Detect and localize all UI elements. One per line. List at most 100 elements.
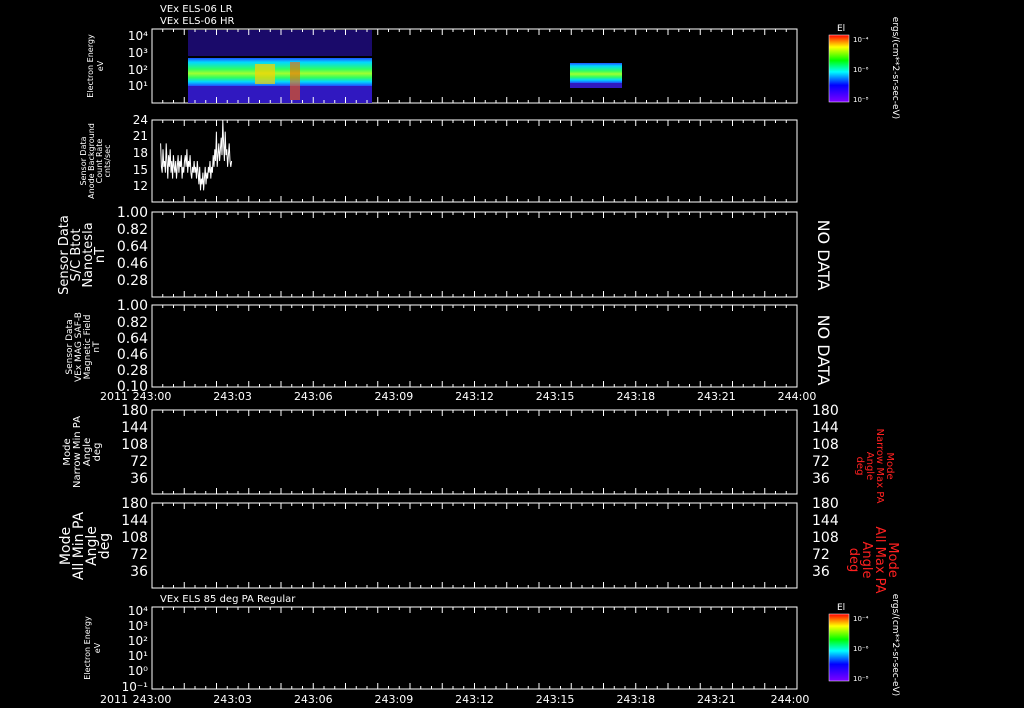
p6-ytick-1: 144 [121,513,148,529]
p5-ytick-4: 36 [130,471,148,487]
p6-ytick-4: 36 [130,564,148,580]
p4-ytick-2: 0.64 [117,331,148,347]
p4-ytick-1: 0.82 [117,315,148,331]
p5-label-4: deg [92,443,103,462]
time-label-2-0: 243:00 [133,693,172,706]
colorbar-1-tick-bot: 10⁻⁸ [853,96,869,104]
p6-rtick-4: 36 [812,564,830,580]
spectrogram-2-band [570,63,622,83]
colorbar-1-unit: ergs/(cm**2-sr-sec-eV) [890,17,900,119]
panel-5-frame [151,409,798,495]
p7-ytick-2: 10² [128,634,148,648]
p7-ytick-4: 10⁰ [128,664,148,678]
p6-rlabel-4: deg [846,548,861,573]
p7-ytick-0: 10⁴ [128,604,148,618]
colorbar-2-unit: ergs/(cm**2-sr-sec-eV) [890,594,900,696]
colorbar-2-tick-bot: 10⁻⁸ [853,675,869,683]
time-label-1-3: 243:09 [375,390,414,403]
p1-ytick-0: 10⁴ [128,29,148,43]
p3-ytick-3: 0.46 [117,256,148,272]
p1-ytick-3: 10¹ [128,79,148,93]
time-label-1-2: 243:06 [294,390,333,403]
panel-6-frame [151,502,798,589]
spectrogram-1-band [188,58,372,86]
spectrogram-1-noise [188,30,372,56]
p1-ytick-1: 10³ [128,46,148,60]
spectrogram-1-hotspot-2 [290,62,300,100]
p6-rtick-0: 180 [812,496,839,512]
colorbar-1-tick-top: 10⁻⁴ [853,36,869,44]
p1-ytick-2: 10² [128,63,148,77]
p5-ytick-0: 180 [121,403,148,419]
p3-nodata: NO DATA [814,220,833,291]
p5-ytick-3: 72 [130,454,148,470]
p6-rtick-3: 72 [812,547,830,563]
colorbar-2-title: El [837,603,845,613]
spectrogram-1-hotspot-1 [255,64,275,84]
p7-ytick-5: 10⁻¹ [122,680,149,694]
panel-2-frame [151,119,798,203]
p5-rtick-2: 108 [812,437,839,453]
p5-rtick-1: 144 [812,420,839,436]
colorbar-1 [828,34,850,103]
time-label-1-8: 244:00 [778,390,817,403]
p3-ytick-4: 0.28 [117,273,148,289]
p7-label-2: eV [93,642,102,653]
time-label-2-2: 243:06 [294,693,333,706]
time-label-2-3: 243:09 [375,693,414,706]
colorbar-1-title: El [837,24,845,34]
p1-label-2: eV [96,60,105,71]
p2-label-4: cnts/sec [103,145,112,178]
colorbar-2-tick-top: 10⁻⁴ [853,615,869,623]
p5-ytick-2: 108 [121,437,148,453]
p4-ytick-5: 0.10 [117,379,148,395]
p7-ytick-1: 10³ [128,619,148,633]
panel-3-frame [151,211,798,298]
plot-canvas: VEx ELS-06 LR VEx ELS-06 HR 2011 243:00 … [57,4,900,706]
p2-ytick-3: 15 [133,163,148,177]
header-line2: VEx ELS-06 HR [160,16,235,27]
time-label-1-4: 243:12 [455,390,494,403]
p2-ytick-0: 24 [133,113,148,127]
spectrogram-1-lowband [188,86,372,103]
header-line1: VEx ELS-06 LR [160,4,233,15]
time-label-2-1: 243:03 [213,693,252,706]
panel-4-frame [151,304,798,388]
p4-ytick-4: 0.28 [117,363,148,379]
time-label-1-1: 243:03 [213,390,252,403]
p4-nodata: NO DATA [814,315,833,386]
p6-ytick-0: 180 [121,496,148,512]
time-label-2-8: 244:00 [771,693,810,706]
panel-7-frame [151,606,798,690]
p7-label-1: Electron Energy [83,616,92,680]
time-ticks [151,29,798,689]
time-label-2-5: 243:15 [536,693,575,706]
time-label-2-4: 243:12 [455,693,494,706]
year-label-2: 2011 [100,693,128,706]
spectrogram-2-low [570,83,622,88]
p2-ytick-2: 18 [133,146,148,160]
time-label-1-6: 243:18 [616,390,655,403]
p5-rlabel-4: deg [854,457,865,476]
p5-rtick-3: 72 [812,454,830,470]
colorbar-2 [828,613,850,682]
spectrogram-1 [188,30,622,103]
p5-ytick-1: 144 [121,420,148,436]
p3-ytick-1: 0.82 [117,222,148,238]
p6-rtick-2: 108 [812,530,839,546]
p4-label-4: nT [92,341,102,353]
p2-ytick-4: 12 [133,179,148,193]
p6-ytick-2: 108 [121,530,148,546]
p1-label-1: Electron Energy [86,34,95,98]
colorbar-2-tick-mid: 10⁻⁶ [853,645,869,653]
time-label-2-6: 243:18 [616,693,655,706]
p6-ytick-3: 72 [130,547,148,563]
p7-ytick-3: 10¹ [128,649,148,663]
p7-title: VEx ELS 85 deg PA Regular [160,594,296,605]
p5-rtick-4: 36 [812,471,830,487]
p3-label-4: nT [93,247,108,263]
p5-rtick-0: 180 [812,403,839,419]
p4-ytick-3: 0.46 [117,347,148,363]
p6-label-4: deg [97,533,113,559]
time-label-1-5: 243:15 [536,390,575,403]
